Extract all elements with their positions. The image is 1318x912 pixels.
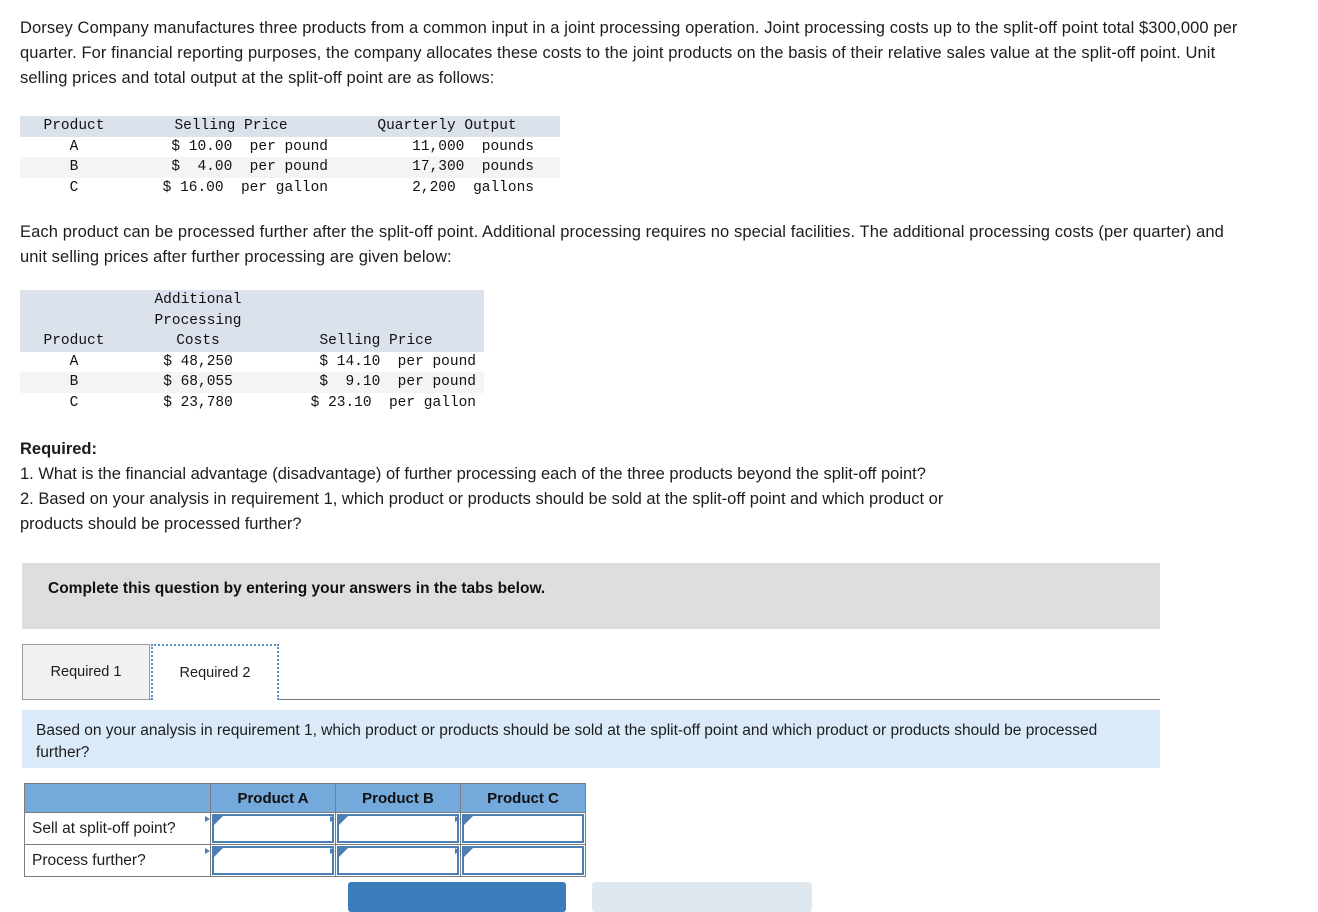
column-header-costs-line2: Processing xyxy=(128,310,268,331)
answer-cell-sell-product-c[interactable] xyxy=(455,812,586,845)
table-row: A $ 10.00 per pound 11,000 pounds xyxy=(20,137,560,158)
dropdown-sell-product-c[interactable] xyxy=(455,814,584,843)
answer-row-process-further: Process further? xyxy=(24,844,586,877)
table-header-row: Product Selling Price Quarterly Output xyxy=(20,116,560,137)
answer-header-blank xyxy=(24,783,211,813)
answer-cell-process-product-b[interactable] xyxy=(330,844,461,877)
dropdown-process-product-c[interactable] xyxy=(455,846,584,875)
cell-selling-price: $ 16.00 per gallon xyxy=(162,179,328,196)
column-header-selling-price: Selling Price xyxy=(128,116,334,137)
table-header-row-line3: Product Costs Selling Price xyxy=(20,331,484,352)
cell-quarterly-output: 2,200 gallons xyxy=(412,179,534,196)
required-heading: Required: xyxy=(20,440,98,458)
cell-selling-price: $ 4.00 per pound xyxy=(128,157,334,178)
required-item-1: 1. What is the financial advantage (disa… xyxy=(20,465,926,483)
cell-additional-cost: $ 68,055 xyxy=(128,372,268,393)
required-section: Required: 1. What is the financial advan… xyxy=(20,437,1200,537)
dropdown-process-product-a[interactable] xyxy=(205,846,334,875)
answer-cell-process-product-c[interactable] xyxy=(455,844,586,877)
cell-quarterly-output: 17,300 pounds xyxy=(334,157,560,178)
question-panel-text: Based on your analysis in requirement 1,… xyxy=(36,720,1146,764)
table-row: B $ 68,055 $ 9.10 per pound xyxy=(20,372,484,393)
cell-selling-price: $ 9.10 per pound xyxy=(268,372,484,393)
header-spacer xyxy=(268,310,484,331)
table-header-row-line1: Additional xyxy=(20,290,484,311)
dropdown-triangle-icon xyxy=(455,848,473,857)
additional-processing-table: Additional Processing Product Costs Sell… xyxy=(20,290,484,413)
dropdown-triangle-icon xyxy=(455,816,473,825)
cell-product: A xyxy=(69,138,79,155)
table-row: A $ 48,250 $ 14.10 per pound xyxy=(20,352,484,373)
answer-row-label: Sell at split-off point? xyxy=(24,812,211,845)
next-button[interactable] xyxy=(592,882,812,912)
column-header-costs-line1: Additional xyxy=(128,290,268,311)
answer-row-label: Process further? xyxy=(24,844,211,877)
dropdown-triangle-icon xyxy=(330,848,348,857)
tab-required-1[interactable]: Required 1 xyxy=(22,644,150,700)
question-panel-line-1: Based on your analysis in requirement 1,… xyxy=(36,722,887,739)
instruction-banner-text: Complete this question by entering your … xyxy=(48,580,546,597)
required-item-2-line-2: products should be processed further? xyxy=(20,515,302,533)
previous-button[interactable] xyxy=(348,882,566,912)
cell-product: B xyxy=(20,157,128,178)
dropdown-triangle-icon xyxy=(330,816,348,825)
header-spacer xyxy=(268,290,484,311)
cell-additional-cost: $ 23,780 xyxy=(163,394,233,411)
table-header-row-line2: Processing xyxy=(20,310,484,331)
table-row: C $ 16.00 per gallon 2,200 gallons xyxy=(20,178,560,199)
header-spacer xyxy=(20,290,128,311)
intro-paragraph: Dorsey Company manufactures three produc… xyxy=(20,19,1238,87)
answer-row-sell-at-split-off: Sell at split-off point? xyxy=(24,812,586,845)
column-header-selling-price: Selling Price xyxy=(268,331,484,352)
header-spacer xyxy=(20,310,128,331)
dropdown-process-product-b[interactable] xyxy=(330,846,459,875)
table-row: B $ 4.00 per pound 17,300 pounds xyxy=(20,157,560,178)
instruction-banner: Complete this question by entering your … xyxy=(22,563,1160,629)
cell-product: B xyxy=(20,372,128,393)
dropdown-triangle-icon xyxy=(205,816,223,825)
answer-header-product-b: Product B xyxy=(335,783,461,813)
column-header-costs-line3: Costs xyxy=(128,331,268,352)
tab-required-2[interactable]: Required 2 xyxy=(151,644,279,700)
answer-cell-sell-product-a[interactable] xyxy=(205,812,336,845)
answer-cell-sell-product-b[interactable] xyxy=(330,812,461,845)
table-row: C $ 23,780 $ 23.10 per gallon xyxy=(20,393,484,414)
dropdown-sell-product-b[interactable] xyxy=(330,814,459,843)
split-off-price-output-table: Product Selling Price Quarterly Output A… xyxy=(20,116,560,198)
answer-cell-process-product-a[interactable] xyxy=(205,844,336,877)
required-item-2-line-1: 2. Based on your analysis in requirement… xyxy=(20,490,944,508)
cell-product: C xyxy=(69,394,79,411)
question-panel: Based on your analysis in requirement 1,… xyxy=(22,710,1160,768)
cell-product: A xyxy=(69,353,79,370)
tab-required-1-label: Required 1 xyxy=(50,664,122,680)
further-processing-paragraph: Each product can be processed further af… xyxy=(20,223,1224,266)
tab-required-2-label: Required 2 xyxy=(179,665,251,681)
answer-header-product-a: Product A xyxy=(210,783,336,813)
dropdown-triangle-icon xyxy=(205,848,223,857)
column-header-product: Product xyxy=(20,331,128,352)
cell-quarterly-output: 11,000 pounds xyxy=(412,138,534,155)
cell-additional-cost: $ 48,250 xyxy=(163,353,233,370)
tab-strip: Required 1 Required 2 xyxy=(22,644,1160,700)
answer-table: Product A Product B Product C Sell at sp… xyxy=(24,783,586,877)
cell-selling-price: $ 23.10 per gallon xyxy=(310,394,476,411)
dropdown-sell-product-a[interactable] xyxy=(205,814,334,843)
cell-selling-price: $ 14.10 per pound xyxy=(319,353,476,370)
answer-header-product-c: Product C xyxy=(460,783,586,813)
cell-selling-price: $ 10.00 per pound xyxy=(171,138,328,155)
cell-product: C xyxy=(69,179,79,196)
column-header-product: Product xyxy=(20,116,128,137)
column-header-quarterly-output: Quarterly Output xyxy=(334,116,560,137)
answer-table-header-row: Product A Product B Product C xyxy=(24,783,586,813)
